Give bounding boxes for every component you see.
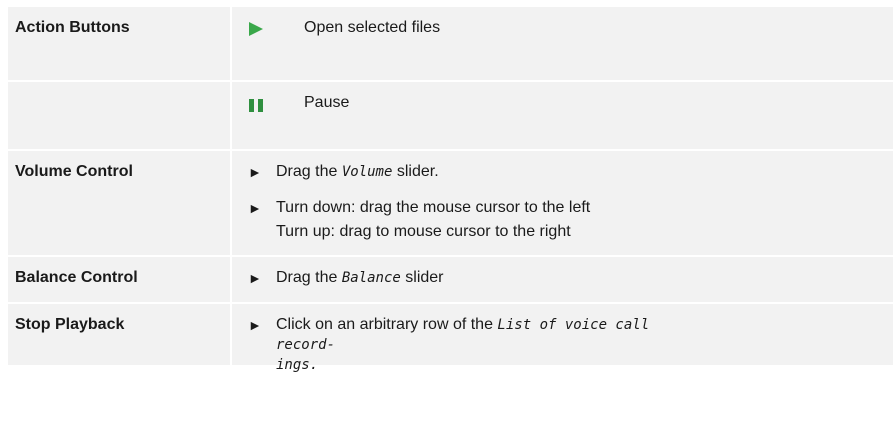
table-row-stop-playback: Stop Playback ► Click on an arbitrary ro… — [8, 304, 893, 373]
bullet-arrow-icon: ► — [248, 164, 262, 180]
play-icon — [249, 22, 263, 36]
row-content: ► Drag the Volume slider. ► Turn down: d… — [232, 151, 893, 255]
turn-down-text: Turn down: drag the mouse cursor to the … — [276, 199, 591, 216]
pause-description: Pause — [304, 94, 350, 111]
help-table: Action Buttons Open selected files Pause… — [8, 7, 893, 373]
row-content: ► Drag the Balance slider — [232, 257, 893, 302]
table-row-pause: Pause — [8, 82, 893, 151]
bullet-arrow-icon: ► — [248, 270, 262, 286]
table-row-balance-control: Balance Control ► Drag the Balance slide… — [8, 257, 893, 304]
row-label: Action Buttons — [8, 7, 230, 80]
turn-up-text: Turn up: drag to mouse cursor to the rig… — [276, 223, 571, 240]
bullet-arrow-icon: ► — [248, 317, 262, 333]
row-label — [8, 82, 230, 149]
row-content: Pause — [232, 82, 893, 149]
table-row-volume-control: Volume Control ► Drag the Volume slider.… — [8, 151, 893, 257]
list-item: ► Drag the Volume slider. — [248, 163, 439, 180]
bullet-arrow-icon: ► — [248, 200, 262, 216]
play-description: Open selected files — [304, 19, 441, 36]
list-item: ► Drag the Balance slider — [248, 269, 444, 286]
list-item: ► Click on an arbitrary row of the List … — [248, 316, 650, 373]
row-label: Volume Control — [8, 151, 230, 255]
row-content: ► Click on an arbitrary row of the List … — [232, 304, 893, 373]
row-content: Open selected files — [232, 7, 893, 80]
pause-icon — [249, 99, 263, 112]
row-label: Balance Control — [8, 257, 230, 302]
list-item: ► Turn down: drag the mouse cursor to th… — [232, 182, 893, 242]
table-row-action-buttons: Action Buttons Open selected files — [8, 7, 893, 82]
row-label: Stop Playback — [8, 304, 230, 365]
